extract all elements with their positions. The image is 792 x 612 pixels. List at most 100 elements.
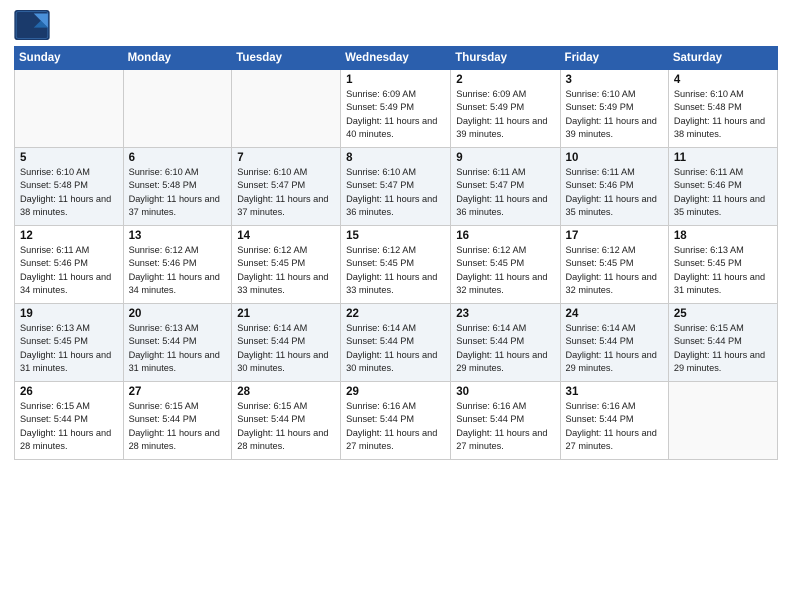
week-row-1: 1 Sunrise: 6:09 AMSunset: 5:49 PMDaylight… <box>15 70 778 148</box>
day-number: 22 <box>346 308 445 320</box>
day-cell: 1 Sunrise: 6:09 AMSunset: 5:49 PMDaylight… <box>341 70 451 148</box>
day-info: Sunrise: 6:11 AMSunset: 5:46 PMDaylight:… <box>674 166 772 219</box>
logo <box>14 10 54 40</box>
day-cell: 30 Sunrise: 6:16 AMSunset: 5:44 PMDayligh… <box>451 382 560 460</box>
day-cell: 3 Sunrise: 6:10 AMSunset: 5:49 PMDaylight… <box>560 70 668 148</box>
weekday-header-row: SundayMondayTuesdayWednesdayThursdayFrid… <box>15 47 778 70</box>
day-number: 24 <box>566 308 663 320</box>
day-cell <box>123 70 232 148</box>
day-cell: 14 Sunrise: 6:12 AMSunset: 5:45 PMDayligh… <box>232 226 341 304</box>
day-cell: 20 Sunrise: 6:13 AMSunset: 5:44 PMDayligh… <box>123 304 232 382</box>
day-cell: 26Sunrise: 6:15 AMSunset: 5:44 PMDayligh… <box>15 382 124 460</box>
day-number: 31 <box>566 386 663 398</box>
day-info: Sunrise: 6:15 AMSunset: 5:44 PMDaylight:… <box>237 400 335 453</box>
generalblue-logo-icon <box>14 10 50 40</box>
day-cell: 17 Sunrise: 6:12 AMSunset: 5:45 PMDayligh… <box>560 226 668 304</box>
day-number: 10 <box>566 152 663 164</box>
weekday-header-wednesday: Wednesday <box>341 47 451 70</box>
day-cell: 10 Sunrise: 6:11 AMSunset: 5:46 PMDayligh… <box>560 148 668 226</box>
day-info: Sunrise: 6:10 AMSunset: 5:47 PMDaylight:… <box>346 166 445 219</box>
day-number: 3 <box>566 74 663 86</box>
day-cell <box>668 382 777 460</box>
day-number: 27 <box>129 386 227 398</box>
week-row-2: 5 Sunrise: 6:10 AMSunset: 5:48 PMDaylight… <box>15 148 778 226</box>
page: SundayMondayTuesdayWednesdayThursdayFrid… <box>0 0 792 612</box>
day-number: 29 <box>346 386 445 398</box>
day-cell <box>232 70 341 148</box>
day-info: Sunrise: 6:10 AMSunset: 5:47 PMDaylight:… <box>237 166 335 219</box>
weekday-header-monday: Monday <box>123 47 232 70</box>
day-number: 23 <box>456 308 554 320</box>
day-cell: 2 Sunrise: 6:09 AMSunset: 5:49 PMDaylight… <box>451 70 560 148</box>
day-info: Sunrise: 6:14 AMSunset: 5:44 PMDaylight:… <box>566 322 663 375</box>
day-number: 28 <box>237 386 335 398</box>
day-number: 30 <box>456 386 554 398</box>
day-cell: 22 Sunrise: 6:14 AMSunset: 5:44 PMDayligh… <box>341 304 451 382</box>
day-cell: 12Sunrise: 6:11 AMSunset: 5:46 PMDayligh… <box>15 226 124 304</box>
day-number: 4 <box>674 74 772 86</box>
day-number: 1 <box>346 74 445 86</box>
day-info: Sunrise: 6:09 AMSunset: 5:49 PMDaylight:… <box>456 88 554 141</box>
day-info: Sunrise: 6:12 AMSunset: 5:45 PMDaylight:… <box>346 244 445 297</box>
day-cell: 28 Sunrise: 6:15 AMSunset: 5:44 PMDayligh… <box>232 382 341 460</box>
day-info: Sunrise: 6:15 AMSunset: 5:44 PMDaylight:… <box>674 322 772 375</box>
day-cell: 19Sunrise: 6:13 AMSunset: 5:45 PMDayligh… <box>15 304 124 382</box>
week-row-5: 26 Sunrise: 6:15 AMSunset: 5:44 PMDayligh… <box>15 382 778 460</box>
day-info: Sunrise: 6:12 AMSunset: 5:45 PMDaylight:… <box>237 244 335 297</box>
day-info: Sunrise: 6:10 AMSunset: 5:48 PMDaylight:… <box>20 166 118 219</box>
day-number: 13 <box>129 230 227 242</box>
day-number: 19 <box>20 308 118 320</box>
day-number: 18 <box>674 230 772 242</box>
day-info: Sunrise: 6:10 AMSunset: 5:48 PMDaylight:… <box>674 88 772 141</box>
day-info: Sunrise: 6:10 AMSunset: 5:48 PMDaylight:… <box>129 166 227 219</box>
day-number: 16 <box>456 230 554 242</box>
day-cell: 15 Sunrise: 6:12 AMSunset: 5:45 PMDayligh… <box>341 226 451 304</box>
weekday-header-sunday: Sunday <box>15 47 124 70</box>
day-cell: 13 Sunrise: 6:12 AMSunset: 5:46 PMDayligh… <box>123 226 232 304</box>
day-number: 5 <box>20 152 118 164</box>
weekday-header-saturday: Saturday <box>668 47 777 70</box>
day-number: 7 <box>237 152 335 164</box>
week-row-3: 12Sunrise: 6:11 AMSunset: 5:46 PMDayligh… <box>15 226 778 304</box>
day-info: Sunrise: 6:16 AMSunset: 5:44 PMDaylight:… <box>456 400 554 453</box>
day-info: Sunrise: 6:13 AMSunset: 5:45 PMDaylight:… <box>674 244 772 297</box>
day-cell: 18 Sunrise: 6:13 AMSunset: 5:45 PMDayligh… <box>668 226 777 304</box>
day-info: Sunrise: 6:16 AMSunset: 5:44 PMDaylight:… <box>346 400 445 453</box>
day-cell: 27 Sunrise: 6:15 AMSunset: 5:44 PMDayligh… <box>123 382 232 460</box>
day-info: Sunrise: 6:11 AMSunset: 5:47 PMDaylight:… <box>456 166 554 219</box>
day-info: Sunrise: 6:12 AMSunset: 5:45 PMDaylight:… <box>456 244 554 297</box>
day-cell: 7 Sunrise: 6:10 AMSunset: 5:47 PMDaylight… <box>232 148 341 226</box>
day-info: Sunrise: 6:09 AMSunset: 5:49 PMDaylight:… <box>346 88 445 141</box>
day-number: 25 <box>674 308 772 320</box>
day-number: 2 <box>456 74 554 86</box>
day-cell: 5 Sunrise: 6:10 AMSunset: 5:48 PMDaylight… <box>15 148 124 226</box>
day-info: Sunrise: 6:12 AMSunset: 5:45 PMDaylight:… <box>566 244 663 297</box>
day-info: Sunrise: 6:12 AMSunset: 5:46 PMDaylight:… <box>129 244 227 297</box>
day-info: Sunrise: 6:11 AMSunset: 5:46 PMDaylight:… <box>566 166 663 219</box>
weekday-header-tuesday: Tuesday <box>232 47 341 70</box>
day-info: Sunrise: 6:14 AMSunset: 5:44 PMDaylight:… <box>456 322 554 375</box>
header <box>14 10 778 40</box>
day-number: 9 <box>456 152 554 164</box>
day-number: 14 <box>237 230 335 242</box>
day-info: Sunrise: 6:13 AMSunset: 5:44 PMDaylight:… <box>129 322 227 375</box>
day-info: Sunrise: 6:14 AMSunset: 5:44 PMDaylight:… <box>237 322 335 375</box>
day-number: 11 <box>674 152 772 164</box>
calendar-table: SundayMondayTuesdayWednesdayThursdayFrid… <box>14 46 778 460</box>
day-number: 26 <box>20 386 118 398</box>
day-cell: 4 Sunrise: 6:10 AMSunset: 5:48 PMDaylight… <box>668 70 777 148</box>
weekday-header-friday: Friday <box>560 47 668 70</box>
day-cell: 9 Sunrise: 6:11 AMSunset: 5:47 PMDaylight… <box>451 148 560 226</box>
day-info: Sunrise: 6:14 AMSunset: 5:44 PMDaylight:… <box>346 322 445 375</box>
day-number: 21 <box>237 308 335 320</box>
day-number: 17 <box>566 230 663 242</box>
day-number: 15 <box>346 230 445 242</box>
day-cell: 31Sunrise: 6:16 AMSunset: 5:44 PMDayligh… <box>560 382 668 460</box>
day-info: Sunrise: 6:10 AMSunset: 5:49 PMDaylight:… <box>566 88 663 141</box>
day-cell: 24 Sunrise: 6:14 AMSunset: 5:44 PMDayligh… <box>560 304 668 382</box>
day-number: 12 <box>20 230 118 242</box>
day-cell: 11 Sunrise: 6:11 AMSunset: 5:46 PMDayligh… <box>668 148 777 226</box>
day-info: Sunrise: 6:15 AMSunset: 5:44 PMDaylight:… <box>129 400 227 453</box>
day-number: 20 <box>129 308 227 320</box>
day-cell <box>15 70 124 148</box>
